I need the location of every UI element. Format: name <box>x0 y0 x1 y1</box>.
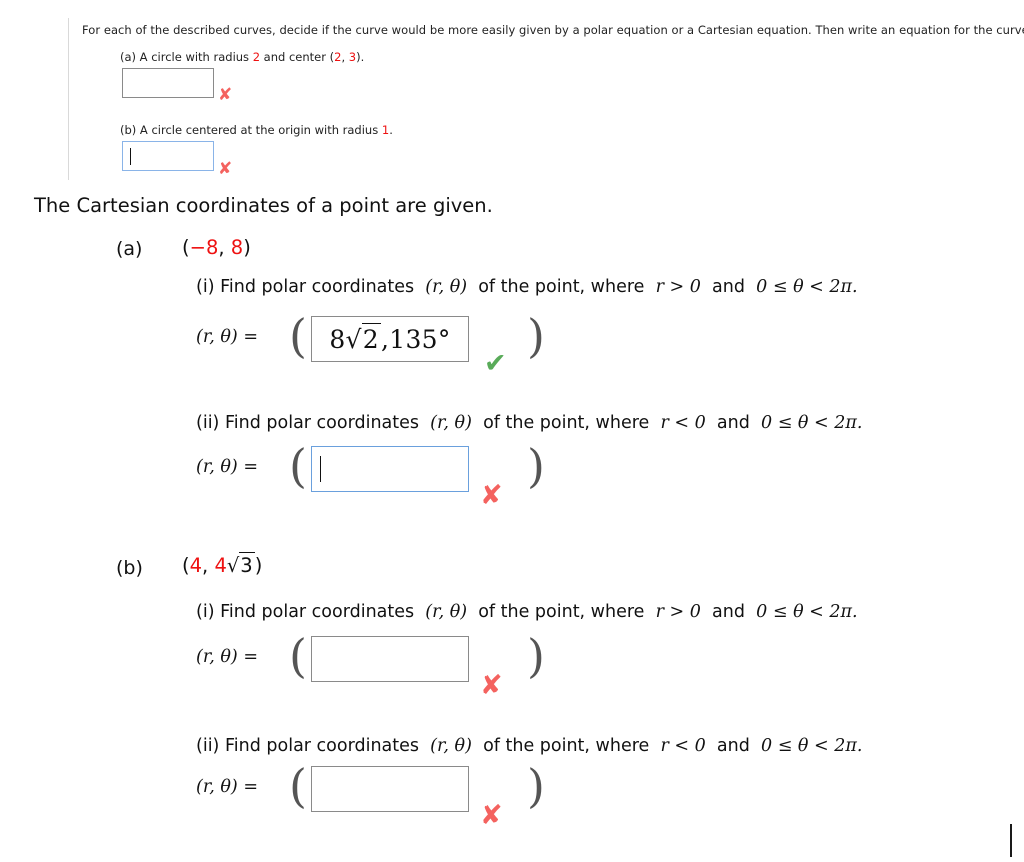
previous-part-a-text-2: and center ( <box>260 50 335 64</box>
condition-theta-range: 0 ≤ θ < 2π. <box>761 413 863 433</box>
conjunction-and: and <box>712 602 745 622</box>
text-caret <box>130 148 131 165</box>
answer-b-i-prefix: (r, θ) = <box>196 647 258 667</box>
coordinate-pair-symbol: (r, θ) <box>425 277 468 297</box>
question-a-ii-part-1: Find polar coordinates <box>224 413 419 433</box>
answer-angle: ,135° <box>381 324 451 354</box>
answer-b-i-input[interactable] <box>311 636 469 682</box>
coordinate-separator: , <box>202 554 215 577</box>
question-b-ii-part-1: Find polar coordinates <box>224 736 419 756</box>
question-a-ii-part-2: of the point, where <box>483 413 650 433</box>
coordinate-pair-symbol: (r, θ) <box>430 413 472 433</box>
question-b-ii-text: (ii) Find polar coordinates (r, θ) of th… <box>196 734 862 758</box>
previous-problem-prompt: For each of the described curves, decide… <box>82 23 1024 37</box>
question-b-i-part-2: of the point, where <box>478 602 645 622</box>
radicand: 2 <box>361 323 382 354</box>
part-b-y-coefficient: 4 <box>214 554 227 577</box>
previous-part-b-text-1: (b) A circle centered at the origin with… <box>120 123 382 137</box>
answer-b-i-value <box>312 637 468 681</box>
answer-paren-close: ) <box>527 759 545 813</box>
answer-paren-close: ) <box>527 439 545 493</box>
square-root-icon: √2 <box>345 323 382 354</box>
radical-sign: √ <box>226 554 240 577</box>
previous-part-a-radius: 2 <box>252 50 261 64</box>
previous-part-b-input[interactable] <box>122 141 214 171</box>
previous-part-a-input[interactable] <box>122 68 214 98</box>
paren-open: ( <box>182 236 190 259</box>
question-b-i-text: (i) Find polar coordinates (r, θ) of the… <box>196 600 858 624</box>
previous-part-a-sep: , <box>341 50 349 64</box>
answer-a-i-value: 8 √2,135° <box>312 317 468 361</box>
coordinate-pair-symbol: (r, θ) <box>425 602 468 622</box>
question-a-i-part-2: of the point, where <box>478 277 645 297</box>
previous-part-b-incorrect-icon: ✘ <box>218 159 233 179</box>
part-a-x-value: −8 <box>189 236 219 259</box>
coordinate-pair-symbol: (r, θ) <box>430 736 472 756</box>
condition-theta-range: 0 ≤ θ < 2π. <box>756 602 858 622</box>
answer-paren-close: ) <box>527 629 545 683</box>
roman-numeral-i: (i) <box>196 602 215 622</box>
radicand: 3 <box>239 551 256 577</box>
previous-problem-block: For each of the described curves, decide… <box>0 0 1024 182</box>
left-divider-line <box>68 18 69 180</box>
answer-a-ii-value <box>312 447 468 491</box>
paren-close: ) <box>243 236 251 259</box>
condition-r-negative: r < 0 <box>660 413 706 433</box>
answer-a-ii-input[interactable] <box>311 446 469 492</box>
previous-part-b-label: (b) A circle centered at the origin with… <box>120 122 393 138</box>
conjunction-and: and <box>716 413 750 433</box>
roman-numeral-i: (i) <box>196 277 215 297</box>
question-b-ii-part-2: of the point, where <box>483 736 650 756</box>
previous-part-a-label: (a) A circle with radius 2 and center (2… <box>120 49 364 65</box>
previous-part-a-center-y: 3 <box>348 50 357 64</box>
conjunction-and: and <box>716 736 750 756</box>
previous-part-a-incorrect-icon: ✘ <box>218 85 233 105</box>
answer-a-i-input[interactable]: 8 √2,135° <box>311 316 469 362</box>
part-b-x-value: 4 <box>189 554 203 577</box>
answer-paren-open: ( <box>289 309 307 363</box>
page-title: The Cartesian coordinates of a point are… <box>34 194 493 217</box>
answer-paren-open: ( <box>289 629 307 683</box>
answer-b-ii-incorrect-icon: ✘ <box>480 800 503 831</box>
roman-numeral-ii: (ii) <box>196 413 220 433</box>
part-b-coordinates: (4, 4√3) <box>182 551 263 579</box>
condition-theta-range: 0 ≤ θ < 2π. <box>756 277 858 297</box>
condition-r-positive: r > 0 <box>655 277 701 297</box>
page-edge-caret <box>1010 824 1012 857</box>
answer-b-i-incorrect-icon: ✘ <box>480 670 503 701</box>
question-a-ii-text: (ii) Find polar coordinates (r, θ) of th… <box>196 411 862 435</box>
part-a-coordinates: (−8, 8) <box>182 235 251 261</box>
question-b-i-part-1: Find polar coordinates <box>220 602 415 622</box>
previous-part-a-text-1: (a) A circle with radius <box>120 50 253 64</box>
radical-sign: √ <box>345 324 362 354</box>
answer-a-i-correct-icon: ✔ <box>484 348 507 379</box>
answer-a-ii-incorrect-icon: ✘ <box>480 480 503 511</box>
condition-r-negative: r < 0 <box>660 736 706 756</box>
question-a-i-text: (i) Find polar coordinates (r, θ) of the… <box>196 275 858 299</box>
answer-paren-open: ( <box>289 439 307 493</box>
answer-a-ii-prefix: (r, θ) = <box>196 457 258 477</box>
condition-r-positive: r > 0 <box>655 602 701 622</box>
previous-part-b-text-2: . <box>389 123 393 137</box>
square-root-icon: √3 <box>226 551 256 579</box>
answer-paren-close: ) <box>527 309 545 363</box>
answer-coefficient: 8 <box>329 324 346 354</box>
conjunction-and: and <box>712 277 745 297</box>
answer-paren-open: ( <box>289 759 307 813</box>
paren-close: ) <box>254 554 263 577</box>
condition-theta-range: 0 ≤ θ < 2π. <box>761 736 863 756</box>
previous-part-a-text-3: ). <box>356 50 365 64</box>
part-a-label: (a) <box>116 238 143 260</box>
roman-numeral-ii: (ii) <box>196 736 220 756</box>
answer-b-ii-value <box>312 767 468 811</box>
part-b-label: (b) <box>116 557 143 579</box>
answer-b-ii-input[interactable] <box>311 766 469 812</box>
part-a-y-value: 8 <box>230 236 244 259</box>
paren-open: ( <box>182 554 190 577</box>
answer-a-i-prefix: (r, θ) = <box>196 327 258 347</box>
answer-b-ii-prefix: (r, θ) = <box>196 777 258 797</box>
question-a-i-part-1: Find polar coordinates <box>220 277 415 297</box>
coordinate-separator: , <box>218 236 231 259</box>
